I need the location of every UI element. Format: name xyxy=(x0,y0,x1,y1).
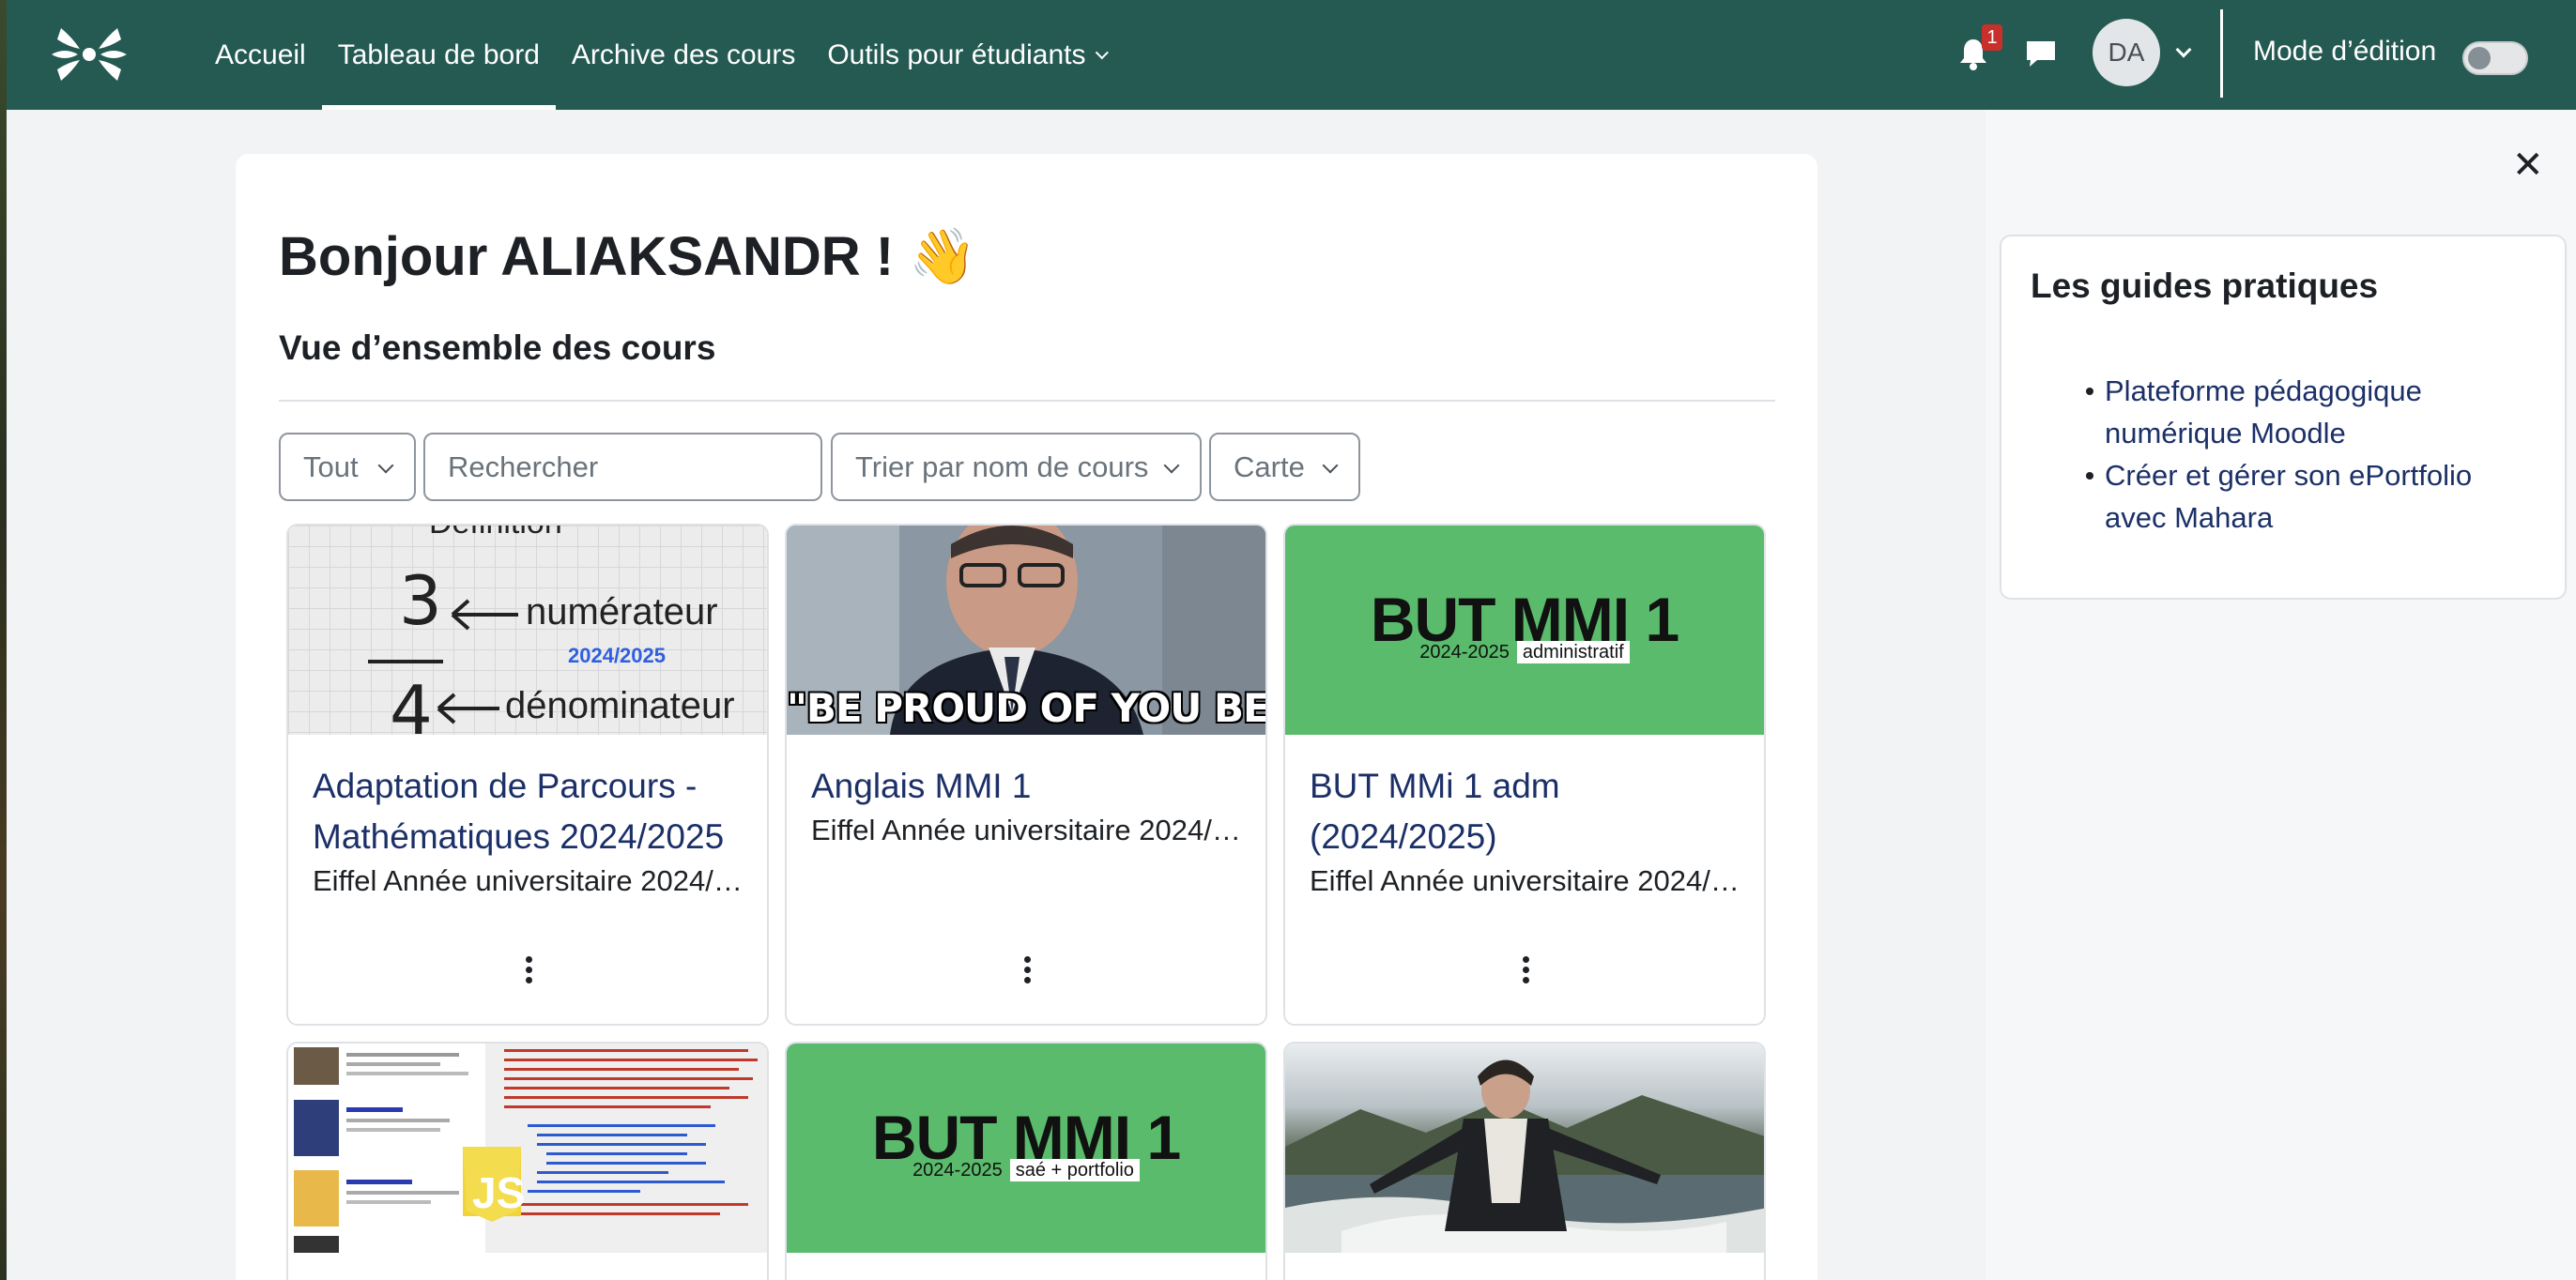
illustration-denominator: 4 xyxy=(390,671,433,735)
user-menu-chevron-down-icon[interactable] xyxy=(2175,41,2192,58)
banner-tag: administratif xyxy=(1516,641,1630,663)
banner-year: 2024-2025 xyxy=(912,1160,1003,1181)
view-mode-label: Carte xyxy=(1234,450,1305,483)
course-category: Eiffel Année universitaire 2024/2025 xyxy=(313,864,743,897)
nav-link-label: Tableau de bord xyxy=(337,38,540,70)
chevron-down-icon xyxy=(1096,45,1110,59)
course-image[interactable]: JS xyxy=(288,1044,767,1253)
landscape-photo-illustration xyxy=(1285,1059,1764,1253)
nav-link-tableau-de-bord[interactable]: Tableau de bord xyxy=(321,0,557,110)
nav-link-outils-etudiants[interactable]: Outils pour étudiants xyxy=(811,0,1120,110)
course-image[interactable]: Définition 3 4 numérateur 2024/2025 déno… xyxy=(288,526,767,735)
grouping-filter-dropdown[interactable]: Tout xyxy=(279,433,416,501)
course-category: Eiffel Année universitaire 2024/2025 xyxy=(811,814,1241,846)
nav-link-label: Outils pour étudiants xyxy=(827,38,1086,70)
course-image[interactable]: "BE PROUD OF YOU BECAUSE xyxy=(787,526,1265,735)
guide-link-mahara[interactable]: Créer et gérer son ePortfolio avec Mahar… xyxy=(2086,454,2537,539)
course-card[interactable]: Définition 3 4 numérateur 2024/2025 déno… xyxy=(286,524,769,1026)
fraction-illustration: Définition 3 4 numérateur 2024/2025 déno… xyxy=(368,526,735,735)
nav-link-archive-des-cours[interactable]: Archive des cours xyxy=(556,0,811,110)
nav-link-accueil[interactable]: Accueil xyxy=(199,0,322,110)
banner-subtitle: 2024-2025 saé + portfolio xyxy=(787,1159,1265,1181)
top-navbar: Accueil Tableau de bord Archive des cour… xyxy=(7,0,2576,110)
course-image[interactable]: BUT MMI 1 2024-2025 saé + portfolio xyxy=(787,1044,1265,1253)
page-greeting: Bonjour ALIAKSANDR ! 👋 xyxy=(279,226,977,287)
section-divider xyxy=(279,400,1775,402)
edit-mode-toggle[interactable] xyxy=(2462,41,2528,75)
user-avatar[interactable]: DA xyxy=(2093,19,2160,86)
avatar-initials: DA xyxy=(2108,38,2145,67)
course-card[interactable]: BUT MMI 1 2024-2025 administratif BUT MMi… xyxy=(1283,524,1766,1026)
banner-tag: saé + portfolio xyxy=(1009,1159,1140,1181)
course-card[interactable]: BUT MMI 1 2024-2025 saé + portfolio xyxy=(785,1042,1267,1280)
course-actions-kebab-icon[interactable] xyxy=(519,952,538,990)
guide-link-moodle[interactable]: Plateforme pédagogique numérique Moodle xyxy=(2086,370,2537,454)
course-title-link[interactable]: Adaptation de Parcours - Mathématiques 2… xyxy=(313,761,743,862)
chevron-down-icon xyxy=(1163,457,1180,474)
course-overview-title: Vue d’ensemble des cours xyxy=(279,328,716,367)
site-logo-icon[interactable] xyxy=(52,19,127,90)
messages-chat-icon[interactable] xyxy=(2022,36,2060,73)
illustration-numerator: 3 xyxy=(399,561,442,640)
course-search-input[interactable] xyxy=(423,433,822,501)
edit-mode-label: Mode d’édition xyxy=(2253,36,2437,67)
sort-label: Trier par nom de cours xyxy=(855,450,1149,483)
course-actions-kebab-icon[interactable] xyxy=(1516,952,1535,990)
chevron-down-icon xyxy=(1322,457,1339,474)
notification-count-badge: 1 xyxy=(1982,24,2002,51)
banner-subtitle: 2024-2025 administratif xyxy=(1285,641,1764,663)
nav-link-label: Accueil xyxy=(215,38,306,70)
sort-dropdown[interactable]: Trier par nom de cours xyxy=(831,433,1202,501)
course-title-link[interactable]: Anglais MMI 1 xyxy=(811,761,1241,812)
banner-year: 2024-2025 xyxy=(1419,642,1510,663)
js-logo-text: JS xyxy=(472,1168,525,1217)
course-category: Eiffel Année universitaire 2024/2025 xyxy=(1310,864,1740,897)
guides-list: Plateforme pédagogique numérique Moodle … xyxy=(2086,370,2537,539)
course-image[interactable]: BUT MMI 1 2024-2025 administratif xyxy=(1285,526,1764,735)
navbar-divider xyxy=(2220,9,2223,98)
illustration-year: 2024/2025 xyxy=(568,644,666,667)
code-screenshot-illustration: JS xyxy=(288,1044,767,1253)
nav-link-label: Archive des cours xyxy=(571,38,796,70)
close-drawer-icon[interactable]: ✕ xyxy=(2512,146,2544,184)
desktop-edge xyxy=(0,0,7,1280)
guides-block-title: Les guides pratiques xyxy=(2031,267,2379,305)
course-image[interactable] xyxy=(1285,1044,1764,1253)
view-mode-dropdown[interactable]: Carte xyxy=(1209,433,1360,501)
course-card[interactable]: JS xyxy=(286,1042,769,1280)
illustration-word-definition: Définition xyxy=(429,526,562,541)
chevron-down-icon xyxy=(377,457,394,474)
toggle-knob xyxy=(2468,47,2491,69)
course-actions-kebab-icon[interactable] xyxy=(1018,952,1036,990)
course-card[interactable]: "BE PROUD OF YOU BECAUSE Anglais MMI 1 E… xyxy=(785,524,1267,1026)
illustration-label-numerateur: numérateur xyxy=(526,591,718,632)
course-card[interactable] xyxy=(1283,1042,1766,1280)
course-title-link[interactable]: BUT MMi 1 adm (2024/2025) xyxy=(1310,761,1740,862)
meme-caption: "BE PROUD OF YOU BECAUSE xyxy=(787,685,1265,731)
illustration-label-denominateur: dénominateur xyxy=(505,685,735,726)
grouping-filter-label: Tout xyxy=(303,450,359,483)
primary-navigation: Accueil Tableau de bord Archive des cour… xyxy=(199,0,1120,110)
